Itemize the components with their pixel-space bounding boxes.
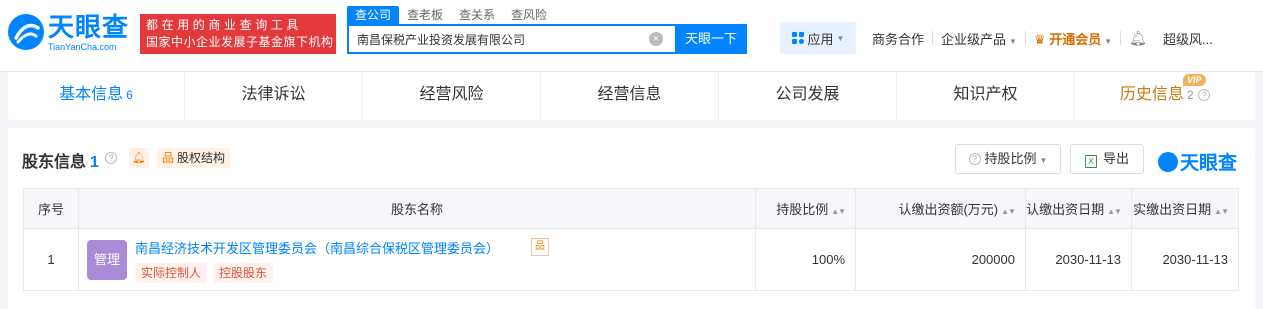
apps-grid-icon: [791, 32, 804, 44]
equity-structure-button[interactable]: 品股权结构: [157, 148, 231, 168]
chevron-down-icon: ▼: [836, 33, 845, 43]
ratio-filter-label: 持股比例: [984, 151, 1037, 166]
search-box: × 天眼一下: [347, 24, 747, 54]
section-title: 股东信息 1: [22, 148, 99, 172]
search-input[interactable]: [349, 26, 675, 52]
col-ratio[interactable]: 持股比例 ▲▼: [755, 188, 857, 229]
tag-controlling-shareholder: 控股股东: [212, 262, 273, 283]
chevron-down-icon: ▼: [1039, 156, 1048, 165]
tab-ip[interactable]: 知识产权: [897, 72, 1075, 120]
tab-label: 经营风险: [419, 86, 484, 103]
clear-icon[interactable]: ×: [649, 32, 663, 46]
slogan-line-1: 都在用的商业查询工具: [146, 18, 303, 32]
excel-icon: X: [1084, 155, 1097, 168]
search-tab-risk[interactable]: 查风险: [503, 6, 555, 24]
tab-risk[interactable]: 经营风险: [363, 72, 541, 120]
holder-cell: 管理 南昌经济技术开发区管理委员会（南昌综合保税区管理委员会） 品 实际控制人 …: [77, 228, 757, 291]
apps-button[interactable]: 应用 ▼: [780, 22, 856, 54]
tab-count: 6: [126, 88, 133, 102]
structure-icon[interactable]: 品: [530, 237, 549, 256]
table-header-row: 序号 股东名称 持股比例 ▲▼ 认缴出资额(万元) ▲▼ 认缴出资日期 ▲▼ 实缴出资…: [23, 188, 1240, 229]
tab-label: 知识产权: [953, 86, 1018, 103]
avatar[interactable]: 管理: [86, 239, 127, 280]
watermark-text: 天眼查: [1180, 152, 1238, 174]
col-name: 股东名称: [77, 188, 757, 229]
enterprise-label: 企业级产品: [941, 31, 1007, 47]
tab-label: 基本信息: [59, 86, 124, 103]
site-logo[interactable]: 天眼查 TianYanCha.com: [8, 12, 136, 56]
col-subscribed-date-label: 认缴出资日期: [1026, 202, 1105, 217]
tab-history[interactable]: VIP 历史信息 2 ?: [1075, 72, 1255, 120]
top-nav: 应用 ▼ 商务合作 企业级产品 ▼ ♛ 开通会员 ▼ 🔔︎ 超级风...: [780, 22, 1221, 54]
slogan-banner: 都在用的商业查询工具 国家中小企业发展子基金旗下机构: [140, 14, 336, 54]
tab-legal[interactable]: 法律诉讼: [185, 72, 363, 120]
bell-icon[interactable]: 🔔︎: [1121, 30, 1155, 47]
paid-date-value: 2030-11-13: [1130, 228, 1240, 291]
shareholder-table: 序号 股东名称 持股比例 ▲▼ 认缴出资额(万元) ▲▼ 认缴出资日期 ▲▼ 实缴出资…: [23, 188, 1240, 291]
user-menu[interactable]: 超级风...: [1155, 29, 1221, 48]
tag-actual-controller: 实际控制人: [134, 262, 207, 283]
col-paid-date-label: 实缴出资日期: [1133, 202, 1212, 217]
amount-value: 200000: [855, 228, 1026, 291]
col-paid-date[interactable]: 实缴出资日期 ▲▼: [1130, 188, 1240, 229]
tab-count: 2: [1186, 88, 1194, 102]
help-icon: ?: [968, 153, 981, 165]
tab-label: 法律诉讼: [241, 86, 306, 103]
ratio-filter-button[interactable]: ? 持股比例 ▼: [955, 144, 1061, 174]
sort-icon: ▲▼: [831, 207, 846, 216]
sort-icon: ▲▼: [1107, 207, 1122, 216]
slogan-line-2: 国家中小企业发展子基金旗下机构: [146, 35, 334, 49]
ratio-value: 100%: [755, 228, 857, 291]
col-index: 序号: [23, 188, 79, 229]
vip-label: 开通会员: [1049, 31, 1102, 47]
sort-icon: ▲▼: [1001, 207, 1016, 216]
help-icon[interactable]: ?: [105, 152, 117, 164]
business-link[interactable]: 商务合作: [864, 29, 932, 48]
logo-icon: [1158, 152, 1178, 172]
equity-structure-label: 股权结构: [177, 151, 226, 165]
watermark-logo: 天眼查: [1158, 148, 1237, 175]
search-tab-boss[interactable]: 查老板: [399, 6, 451, 24]
search-type-tabs: 查公司 查老板 查关系 查风险: [347, 6, 555, 24]
table-row: 1 管理 南昌经济技术开发区管理委员会（南昌综合保税区管理委员会） 品 实际控制…: [23, 228, 1240, 291]
col-ratio-label: 持股比例: [776, 202, 829, 217]
shareholder-card: 股东信息 1 ? 🔔︎ 品股权结构 ? 持股比例 ▼ X 导出 天眼查 序号 股东名称 …: [8, 128, 1255, 309]
structure-icon: 品: [162, 151, 175, 165]
chevron-down-icon: ▼: [1009, 36, 1017, 46]
chevron-down-icon: ▼: [1104, 36, 1113, 46]
subscribed-date-value: 2030-11-13: [1024, 228, 1132, 291]
tab-basic-info[interactable]: 基本信息 6: [8, 72, 185, 120]
top-header: 天眼查 TianYanCha.com 都在用的商业查询工具 国家中小企业发展子基…: [0, 0, 1263, 72]
tab-label: 公司发展: [775, 86, 840, 103]
section-title-text: 股东信息: [22, 154, 87, 171]
tab-label: 历史信息: [1119, 86, 1184, 103]
holder-name-link[interactable]: 南昌经济技术开发区管理委员会（南昌综合保税区管理委员会）: [135, 238, 499, 257]
enterprise-menu[interactable]: 企业级产品 ▼: [933, 29, 1025, 48]
help-icon[interactable]: ?: [1198, 89, 1211, 101]
apps-label: 应用: [807, 31, 834, 47]
row-index: 1: [23, 228, 79, 291]
export-label: 导出: [1102, 151, 1129, 166]
company-tabs: 基本信息 6 法律诉讼 经营风险 经营信息 公司发展 知识产权 VIP 历史信息 2…: [8, 72, 1255, 120]
vip-badge: VIP: [1183, 74, 1206, 86]
col-subscribed-date[interactable]: 认缴出资日期 ▲▼: [1024, 188, 1132, 229]
vip-menu[interactable]: ♛ 开通会员 ▼: [1026, 29, 1120, 48]
col-amount-label: 认缴出资额(万元): [898, 202, 999, 217]
search-tab-relation[interactable]: 查关系: [451, 6, 503, 24]
tab-operation[interactable]: 经营信息: [541, 72, 719, 120]
col-amount[interactable]: 认缴出资额(万元) ▲▼: [855, 188, 1026, 229]
logo-icon: [8, 14, 44, 50]
sort-icon: ▲▼: [1214, 207, 1229, 216]
logo-text: 天眼查: [48, 13, 130, 43]
tab-development[interactable]: 公司发展: [719, 72, 897, 120]
crown-icon: ♛: [1033, 31, 1050, 47]
export-button[interactable]: X 导出: [1070, 144, 1144, 174]
search-tab-company[interactable]: 查公司: [347, 6, 400, 24]
section-count: 1: [90, 154, 99, 171]
holder-info: 管理 南昌经济技术开发区管理委员会（南昌综合保税区管理委员会） 品 实际控制人 …: [79, 230, 755, 290]
logo-domain: TianYanCha.com: [48, 42, 117, 52]
search-button[interactable]: 天眼一下: [675, 24, 747, 54]
tab-label: 经营信息: [597, 86, 662, 103]
bell-alert-icon[interactable]: 🔔︎: [129, 148, 149, 168]
